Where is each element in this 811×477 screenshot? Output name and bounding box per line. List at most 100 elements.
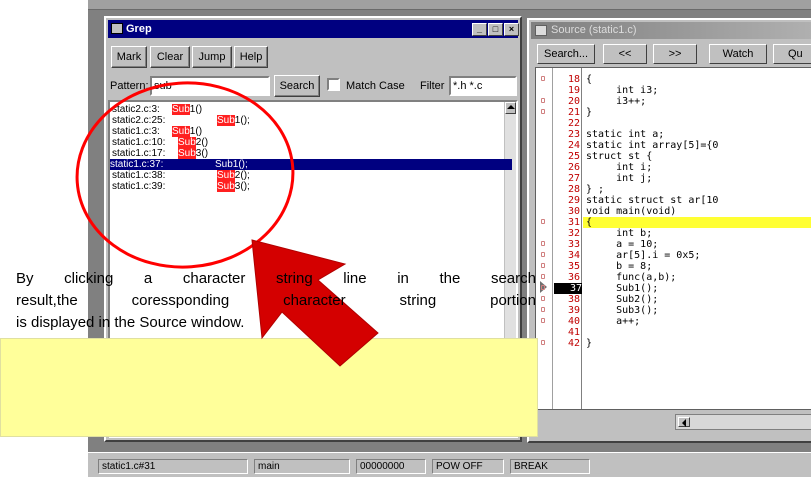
annotation-caption: By clicking a character string line in t… xyxy=(16,268,536,334)
line-number: 31 xyxy=(567,217,580,228)
source-line[interactable]: 37 Sub1(); xyxy=(554,283,811,294)
breakpoint-marker-icon[interactable] xyxy=(541,76,545,81)
code-text: a = 10; xyxy=(586,239,659,250)
pattern-input[interactable]: sub xyxy=(150,76,270,96)
match-highlight: Sub xyxy=(217,115,235,126)
filter-input[interactable]: *.h *.c xyxy=(449,76,517,96)
source-line[interactable]: 41 xyxy=(554,327,811,338)
source-line[interactable]: 28} ; xyxy=(554,184,811,195)
result-match: Sub3() xyxy=(178,148,208,159)
breakpoint-marker-icon[interactable] xyxy=(541,252,545,257)
source-line[interactable]: 40 a++; xyxy=(554,316,811,327)
source-line[interactable]: 33 a = 10; xyxy=(554,239,811,250)
match-highlight: Sub xyxy=(178,148,196,159)
source-line[interactable]: 21} xyxy=(554,107,811,118)
source-line[interactable]: 22 xyxy=(554,118,811,129)
source-code-view[interactable]: 18{19 int i3; 20 i3++; 21} 22 23 static int a… xyxy=(535,67,811,410)
source-line[interactable]: 26 int i; xyxy=(554,162,811,173)
minimize-icon[interactable]: _ xyxy=(472,23,487,36)
maximize-icon[interactable]: □ xyxy=(488,23,503,36)
source-line[interactable]: 19 int i3; xyxy=(554,85,811,96)
scroll-left-icon[interactable] xyxy=(678,417,690,427)
close-icon[interactable]: × xyxy=(504,23,519,36)
source-line[interactable]: 31{ xyxy=(554,217,811,228)
match-highlight: Sub xyxy=(172,104,190,115)
source-line[interactable]: 36 func(a,b); xyxy=(554,272,811,283)
source-line[interactable]: 35 b = 8; xyxy=(554,261,811,272)
parent-window-edge xyxy=(88,0,811,10)
jump-button[interactable]: Jump xyxy=(192,46,232,68)
code-text: void main(void) xyxy=(586,206,677,217)
match-rest: 2() xyxy=(195,137,209,148)
breakpoint-gutter[interactable] xyxy=(536,68,553,409)
result-match: Sub1() xyxy=(172,126,202,137)
breakpoint-marker-icon[interactable] xyxy=(541,219,545,224)
result-file: static1.c:37: xyxy=(110,159,164,170)
grep-title-bar[interactable]: Grep _ □ × xyxy=(108,20,519,38)
status-bar: static1.c#31 main 00000000 POW OFF BREAK xyxy=(88,452,811,477)
status-address: 00000000 xyxy=(356,459,426,474)
breakpoint-marker-icon[interactable] xyxy=(541,296,545,301)
source-line[interactable]: 18 { xyxy=(554,74,811,85)
source-line[interactable]: 30 void main(void) xyxy=(554,206,811,217)
breakpoint-marker-icon[interactable] xyxy=(541,98,545,103)
match-case-checkbox[interactable] xyxy=(327,78,340,91)
breakpoint-marker-icon[interactable] xyxy=(541,241,545,246)
source-watch-button[interactable]: Watch xyxy=(709,44,767,64)
result-row[interactable]: static1.c:10: Sub2() xyxy=(112,137,502,148)
breakpoint-marker-icon[interactable] xyxy=(541,340,545,345)
code-text: i3++; xyxy=(586,96,647,107)
result-row[interactable]: static2.c:25: Sub1(); xyxy=(112,115,502,126)
source-search-button[interactable]: Search... xyxy=(537,44,595,64)
status-power: POW OFF xyxy=(432,459,504,474)
line-number: 25 xyxy=(567,151,580,162)
source-quick-button[interactable]: Qu xyxy=(773,44,811,64)
result-file: static2.c:3: xyxy=(112,104,160,115)
result-row[interactable]: static1.c:39: Sub3(); xyxy=(112,181,502,192)
source-line[interactable]: 39 Sub3(); xyxy=(554,305,811,316)
source-prev-button[interactable]: << xyxy=(603,44,647,64)
breakpoint-marker-icon[interactable] xyxy=(541,109,545,114)
result-row[interactable]: static1.c:17: Sub3() xyxy=(112,148,502,159)
source-line[interactable]: 34 ar[5].i = 0x5; xyxy=(554,250,811,261)
match-case-label: Match Case xyxy=(346,80,405,92)
pattern-label: Pattern: xyxy=(110,80,149,92)
source-line[interactable]: 32 int b; xyxy=(554,228,811,239)
code-text: { xyxy=(583,217,811,228)
breakpoint-marker-icon[interactable] xyxy=(541,263,545,268)
code-text: int i; xyxy=(586,162,653,173)
source-line[interactable]: 23 static int a; xyxy=(554,129,811,140)
source-next-button[interactable]: >> xyxy=(653,44,697,64)
source-line[interactable]: 27 int j; xyxy=(554,173,811,184)
code-text: Sub3(); xyxy=(586,305,659,316)
code-text: } ; xyxy=(586,184,605,195)
source-horizontal-scrollbar[interactable] xyxy=(675,414,811,430)
help-button[interactable]: Help xyxy=(234,46,268,68)
result-file: static1.c:39: xyxy=(112,181,166,192)
source-line[interactable]: 20 i3++; xyxy=(554,96,811,107)
code-text: struct st { xyxy=(586,151,653,162)
result-row[interactable]: static1.c:38: Sub2(); xyxy=(112,170,502,181)
result-match: Sub1() xyxy=(172,104,202,115)
search-button[interactable]: Search xyxy=(274,75,320,97)
result-row[interactable]: static2.c:3: Sub1() xyxy=(112,104,502,115)
result-row[interactable]: static1.c:37: Sub1(); xyxy=(110,159,512,170)
breakpoint-marker-icon[interactable] xyxy=(541,285,545,290)
result-file: static2.c:25: xyxy=(112,115,166,126)
source-title-bar[interactable]: Source (static1.c) xyxy=(531,22,811,39)
breakpoint-marker-icon[interactable] xyxy=(541,307,545,312)
source-line[interactable]: 38 Sub2(); xyxy=(554,294,811,305)
source-line[interactable]: 25 struct st { xyxy=(554,151,811,162)
result-match: Sub2(); xyxy=(217,170,250,181)
source-line[interactable]: 42} xyxy=(554,338,811,349)
source-window-icon xyxy=(535,25,547,36)
scroll-up-icon[interactable] xyxy=(505,102,516,114)
breakpoint-marker-icon[interactable] xyxy=(541,274,545,279)
code-text: ar[5].i = 0x5; xyxy=(586,250,701,261)
clear-button[interactable]: Clear xyxy=(150,46,190,68)
source-line[interactable]: 29 static struct st ar[10 xyxy=(554,195,811,206)
source-line[interactable]: 24 static int array[5]={0 xyxy=(554,140,811,151)
result-row[interactable]: static1.c:3: Sub1() xyxy=(112,126,502,137)
mark-button[interactable]: Mark xyxy=(111,46,147,68)
breakpoint-marker-icon[interactable] xyxy=(541,318,545,323)
